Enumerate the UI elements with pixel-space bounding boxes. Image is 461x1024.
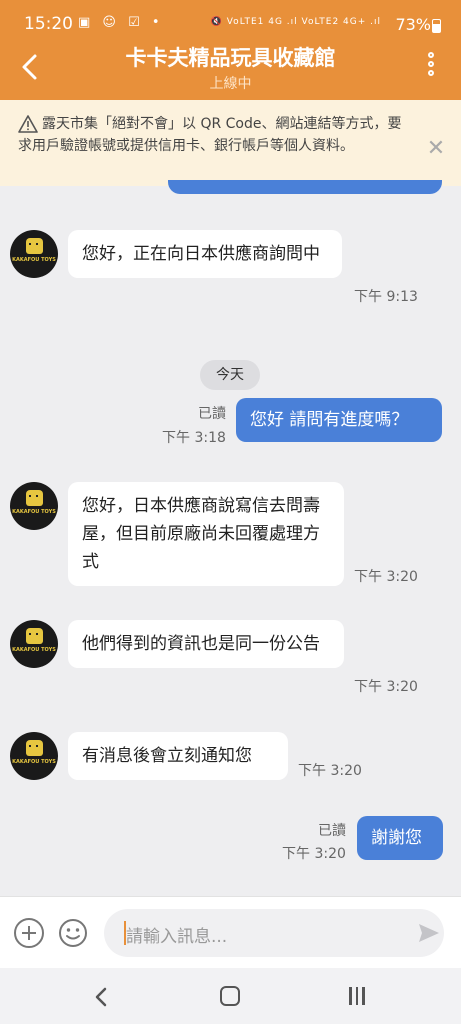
message-time: 下午 3:20	[298, 763, 362, 779]
message-time: 下午 3:20	[354, 569, 418, 585]
avatar-logo-text: KAKAFOU TOYS	[12, 509, 56, 515]
battery-level: 73%	[395, 15, 431, 34]
battery-icon	[432, 19, 441, 33]
emoji-icon[interactable]	[58, 918, 88, 948]
avatar[interactable]: KAKAFOU TOYS	[10, 230, 58, 278]
notice-text: 露天市集「絕對不會」以 QR Code、網站連結等方式，要求用戶驗證帳號或提供信…	[18, 116, 402, 154]
plus-circle-icon[interactable]	[14, 918, 44, 948]
logo-mascot-icon	[26, 740, 43, 756]
read-receipt: 已讀	[198, 406, 226, 422]
avatar-logo-text: KAKAFOU TOYS	[12, 647, 56, 653]
shop-name: 卡卡夫精品玩具收藏館	[125, 46, 336, 70]
message-time: 下午 3:18	[162, 430, 226, 446]
nav-back-icon[interactable]	[92, 986, 112, 1008]
nav-home-icon[interactable]	[220, 986, 240, 1006]
message-time: 下午 3:20	[282, 846, 346, 862]
more-menu-button[interactable]	[421, 52, 441, 86]
outgoing-message-bubble-partial	[168, 180, 442, 194]
close-icon[interactable]: ✕	[425, 136, 447, 161]
outgoing-message[interactable]: 謝謝您	[357, 816, 443, 860]
avatar[interactable]: KAKAFOU TOYS	[10, 482, 58, 530]
message-input-placeholder: 請輸入訊息...	[126, 927, 228, 947]
incoming-message[interactable]: 您好，正在向日本供應商詢問中	[68, 230, 342, 278]
avatar[interactable]: KAKAFOU TOYS	[10, 732, 58, 780]
message-time: 下午 3:20	[354, 679, 418, 695]
notification-icons: ▣ ☺ ☑ •	[78, 15, 164, 30]
avatar-logo-text: KAKAFOU TOYS	[12, 257, 56, 263]
incoming-message[interactable]: 有消息後會立刻通知您	[68, 732, 288, 780]
avatar-logo-text: KAKAFOU TOYS	[12, 759, 56, 765]
logo-mascot-icon	[26, 238, 43, 254]
nav-recents-icon[interactable]	[349, 987, 369, 1005]
message-time: 下午 9:13	[354, 289, 418, 305]
signal-icons: 🔇 VoLTE1 4G .ıl VoLTE2 4G+ .ıl	[210, 17, 381, 27]
incoming-message[interactable]: 您好，日本供應商說寫信去問壽屋，但目前原廠尚未回覆處理方式	[68, 482, 344, 586]
online-status: 上線中	[209, 76, 252, 92]
incoming-message[interactable]: 他們得到的資訊也是同一份公告	[68, 620, 344, 668]
system-nav-bar	[0, 968, 461, 1024]
logo-mascot-icon	[26, 628, 43, 644]
status-time: 15:20	[24, 14, 73, 34]
date-divider: 今天	[200, 360, 260, 390]
avatar[interactable]: KAKAFOU TOYS	[10, 620, 58, 668]
chat-messages[interactable]: KAKAFOU TOYS 您好，正在向日本供應商詢問中 下午 9:13 今天 已…	[0, 180, 461, 896]
send-icon[interactable]	[417, 921, 441, 945]
message-composer: 請輸入訊息...	[0, 896, 461, 968]
chat-header: 卡卡夫精品玩具收藏館 上線中	[0, 38, 461, 100]
message-input[interactable]: 請輸入訊息...	[104, 909, 444, 957]
security-notice: 露天市集「絕對不會」以 QR Code、網站連結等方式，要求用戶驗證帳號或提供信…	[0, 100, 461, 186]
logo-mascot-icon	[26, 490, 43, 506]
outgoing-message[interactable]: 您好 請問有進度嗎？	[236, 398, 442, 442]
more-vertical-icon	[428, 52, 434, 58]
read-receipt: 已讀	[318, 823, 346, 839]
